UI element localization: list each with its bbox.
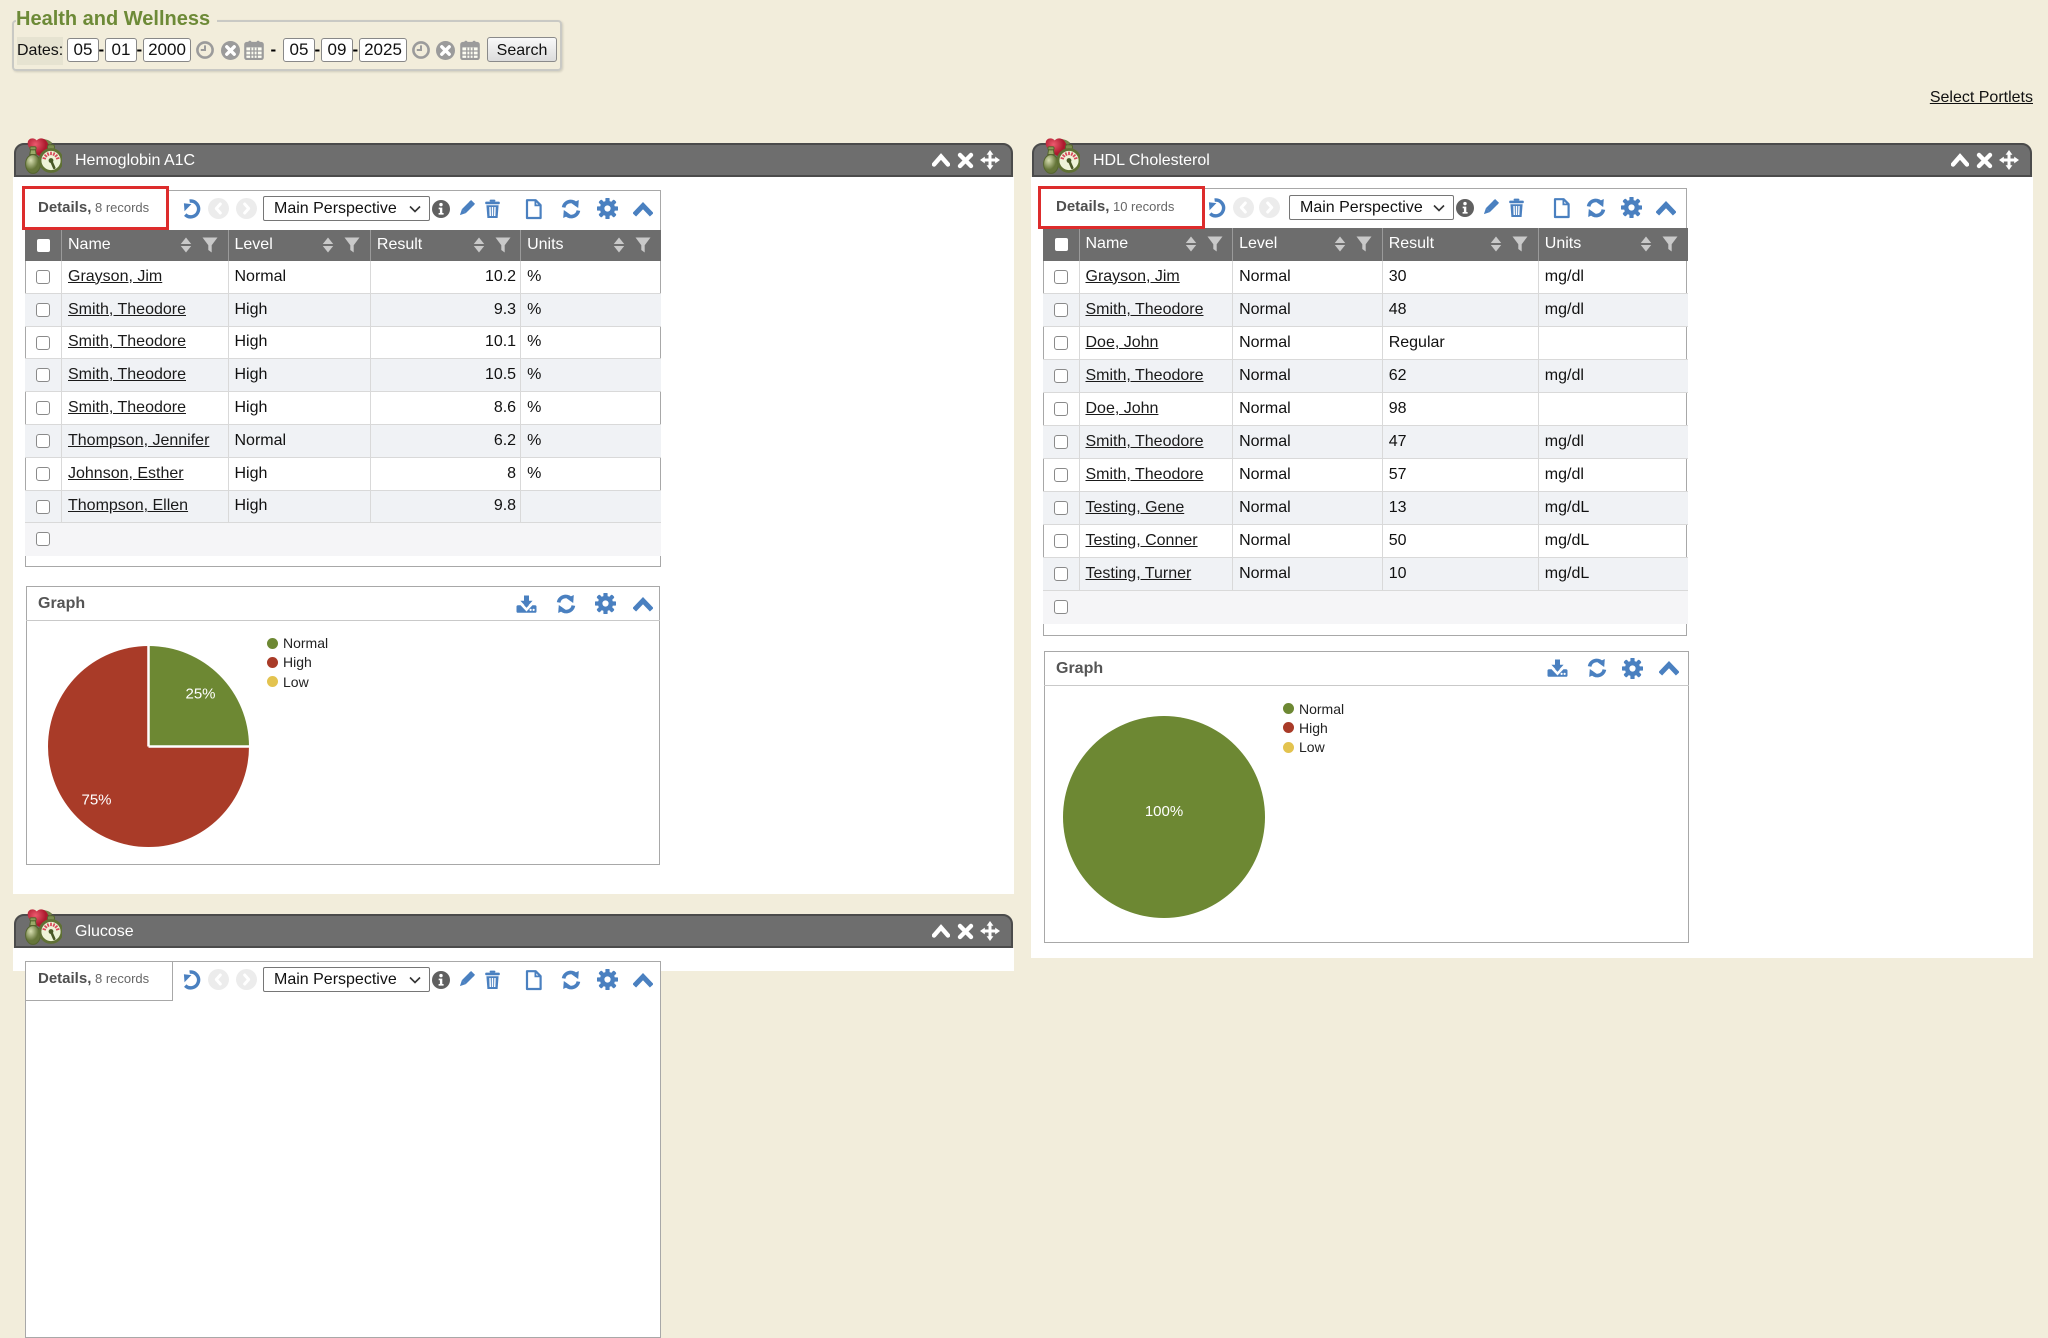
svg-text:75%: 75%	[81, 791, 111, 808]
svg-text:100%: 100%	[1145, 803, 1183, 820]
svg-text:25%: 25%	[185, 685, 215, 702]
